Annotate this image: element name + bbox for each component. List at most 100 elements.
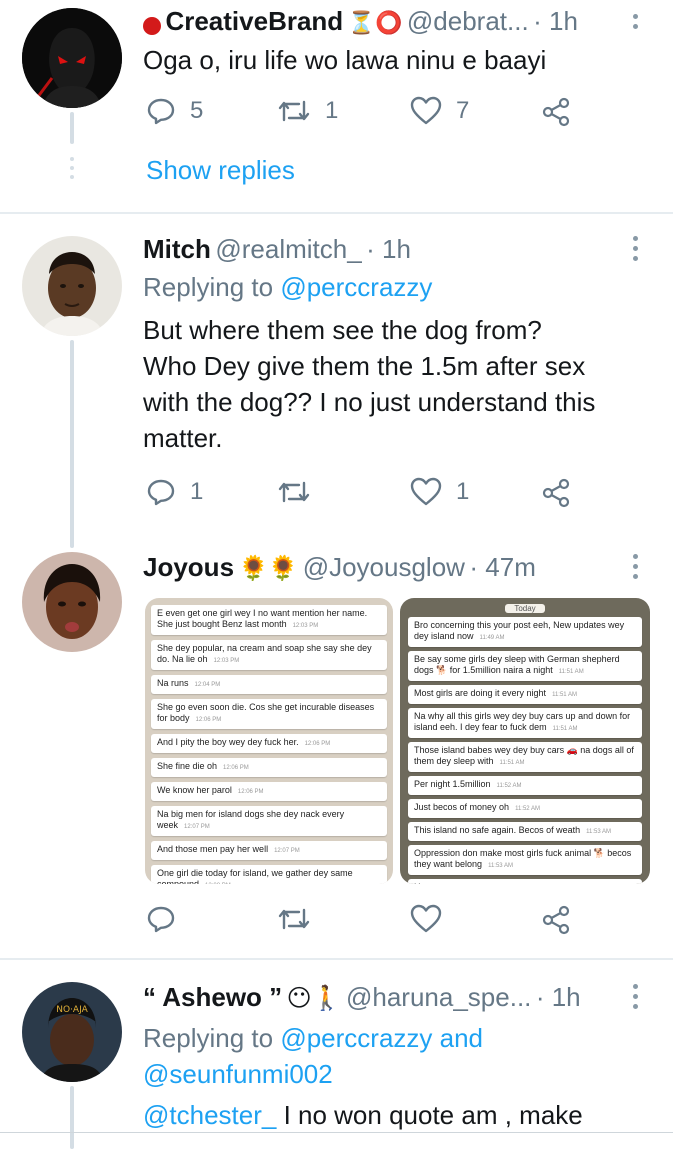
chat-message: Oppression don make most girls fuck anim… xyxy=(408,845,642,875)
retweet-button[interactable] xyxy=(277,477,325,507)
chat-message-time: 12:07 PM xyxy=(274,848,300,854)
chat-message-text: Just becos of money oh xyxy=(414,802,510,812)
replying-to: Replying to @perccrazzy and @seunfunmi00… xyxy=(143,1020,483,1092)
avatar-ashewo[interactable]: NO·AJA xyxy=(22,982,122,1082)
divider xyxy=(0,212,673,214)
show-replies-link[interactable]: Show replies xyxy=(146,155,295,186)
tweet-text: @tchester_ I no won quote am , make xyxy=(143,1097,583,1133)
chat-message-text: This island no safe again. Becos of weat… xyxy=(414,825,581,835)
chat-message-time: 11:53 AM xyxy=(488,863,513,869)
share-icon xyxy=(542,97,570,127)
display-name[interactable]: Mitch xyxy=(143,234,211,264)
chat-day-label: Today xyxy=(505,604,545,613)
chat-message: Be say some girls dey sleep with German … xyxy=(408,651,642,681)
chat-message: E even get one girl wey I no want mentio… xyxy=(151,605,387,635)
chat-message: This island no safe again. Becos of weat… xyxy=(408,822,642,841)
tweet-text-line: matter. xyxy=(143,423,223,453)
chat-message-time: 12:08 PM xyxy=(205,883,231,884)
chat-message-text: E even get one girl wey I no want mentio… xyxy=(157,608,368,629)
media-image-right[interactable]: Today Bro concerning this your post eeh,… xyxy=(400,598,650,884)
chat-message-text: Most girls are doing it every night xyxy=(414,688,547,698)
tweet-text: But where them see the dog from? Who Dey… xyxy=(143,312,595,456)
chat-message-time: 11:51 AM xyxy=(552,692,577,698)
replying-to: Replying to @perccrazzy xyxy=(143,272,432,303)
like-button[interactable]: 7 xyxy=(410,96,469,126)
chat-message-text: She fine die oh xyxy=(157,761,218,771)
reply-mention-link[interactable]: @seunfunmi002 xyxy=(143,1056,483,1092)
chat-message-time: 11:51 AM xyxy=(499,760,525,766)
media-image-left[interactable]: E even get one girl wey I no want mentio… xyxy=(145,598,393,884)
chat-message: Bro concerning this your post eeh, New u… xyxy=(408,617,642,647)
chat-message-time: 11:51 AM xyxy=(558,669,584,675)
heart-icon xyxy=(410,96,442,125)
more-options-icon[interactable] xyxy=(633,984,639,1014)
chat-message-text: Na runs xyxy=(157,678,189,688)
chat-message-time: 12:06 PM xyxy=(237,789,264,795)
like-button[interactable]: 1 xyxy=(410,477,469,507)
reply-button[interactable]: 5 xyxy=(146,96,203,126)
tweet-header: Mitch @realmitch_ · 1h xyxy=(143,234,411,265)
chat-message-time: 11:52 AM xyxy=(515,806,540,812)
retweet-button[interactable]: 1 xyxy=(277,96,338,126)
mention-link[interactable]: @tchester_ xyxy=(143,1100,276,1130)
chat-message: She fine die oh 12:06 PM xyxy=(151,758,387,777)
chat-message: Those island babes wey dey buy cars 🚗 na… xyxy=(408,742,642,772)
retweet-count: 1 xyxy=(325,97,339,124)
timestamp: · 1h xyxy=(533,6,578,36)
reply-button[interactable] xyxy=(146,904,190,934)
like-button[interactable] xyxy=(410,904,456,934)
handle[interactable]: @Joyousglow xyxy=(303,552,465,582)
handle[interactable]: @haruna_spe... xyxy=(346,982,531,1012)
chat-message: Just becos of money oh 11:52 AM xyxy=(408,799,642,818)
reply-icon xyxy=(147,98,175,125)
reply-count: 1 xyxy=(190,478,204,505)
tweet-text: Oga o, iru life wo lawa ninu e baayi xyxy=(143,45,547,75)
reply-mention-link[interactable]: @perccrazzy xyxy=(280,272,432,302)
timestamp: · 1h xyxy=(535,982,581,1012)
chat-message: One girl die today for island, we gather… xyxy=(151,865,387,884)
like-count: 7 xyxy=(456,97,470,124)
chat-message: Most girls are doing it every night 11:51… xyxy=(408,685,642,704)
tweet-header: Joyous 🌻🌻 @Joyousglow · 47m xyxy=(143,552,536,583)
chat-message: Na why all this girls wey dey buy cars u… xyxy=(408,708,642,738)
bottom-bar-edge xyxy=(0,1132,673,1133)
tweet-header: CreativeBrand ⏳⭕ @debrat... · 1h xyxy=(143,6,578,37)
more-options-icon[interactable] xyxy=(633,554,639,584)
chat-message-text: And I pity the boy wey dey fuck her. xyxy=(157,737,299,747)
more-options-icon[interactable] xyxy=(633,236,639,266)
avatar-joyous[interactable] xyxy=(22,552,122,652)
reply-mention-link[interactable]: @perccrazzy and xyxy=(280,1023,483,1053)
tweet-text-content: I no won quote am , make xyxy=(276,1100,583,1130)
share-button[interactable] xyxy=(541,478,571,508)
chat-message-text: And those men pay her well xyxy=(157,844,269,854)
share-button[interactable] xyxy=(541,905,571,935)
reply-button[interactable]: 1 xyxy=(146,477,203,507)
tweet-text-line: But where them see the dog from? xyxy=(143,315,542,345)
svg-text:NO·AJA: NO·AJA xyxy=(56,1005,88,1015)
chat-message-time: 12:04 PM xyxy=(194,682,221,688)
avatar-mitch[interactable] xyxy=(22,236,122,336)
more-options-icon[interactable] xyxy=(633,14,639,34)
chat-message-time: 12:03 PM xyxy=(292,623,319,629)
chat-message-text: Be say some girls dey sleep with German … xyxy=(414,654,620,675)
like-count: 1 xyxy=(456,478,470,505)
thread-dots xyxy=(70,157,74,184)
chat-message-text: She go even soon die. Cos she get incura… xyxy=(157,702,375,723)
chat-thread: E even get one girl wey I no want mentio… xyxy=(145,598,393,884)
retweet-button[interactable] xyxy=(277,904,325,934)
share-icon xyxy=(542,905,570,935)
divider xyxy=(0,958,673,960)
chat-thread: Bro concerning this your post eeh, New u… xyxy=(400,617,650,884)
handle[interactable]: @debrat... xyxy=(407,6,529,36)
tweet-text-line: Who Dey give them the 1.5m after sex xyxy=(143,351,586,381)
avatar-creativebrand[interactable] xyxy=(22,8,122,108)
display-name[interactable]: CreativeBrand xyxy=(165,6,343,36)
display-name[interactable]: “ Ashewo ” xyxy=(143,982,282,1012)
chat-message-text: Per night 1.5million xyxy=(414,779,491,789)
chat-message-text: Na why all this girls wey dey buy cars u… xyxy=(414,711,631,732)
display-name[interactable]: Joyous xyxy=(143,552,234,582)
chat-message: We know her parol 12:06 PM xyxy=(151,782,387,801)
timestamp: · 47m xyxy=(469,552,536,582)
handle[interactable]: @realmitch_ xyxy=(215,234,361,264)
share-button[interactable] xyxy=(541,97,571,127)
